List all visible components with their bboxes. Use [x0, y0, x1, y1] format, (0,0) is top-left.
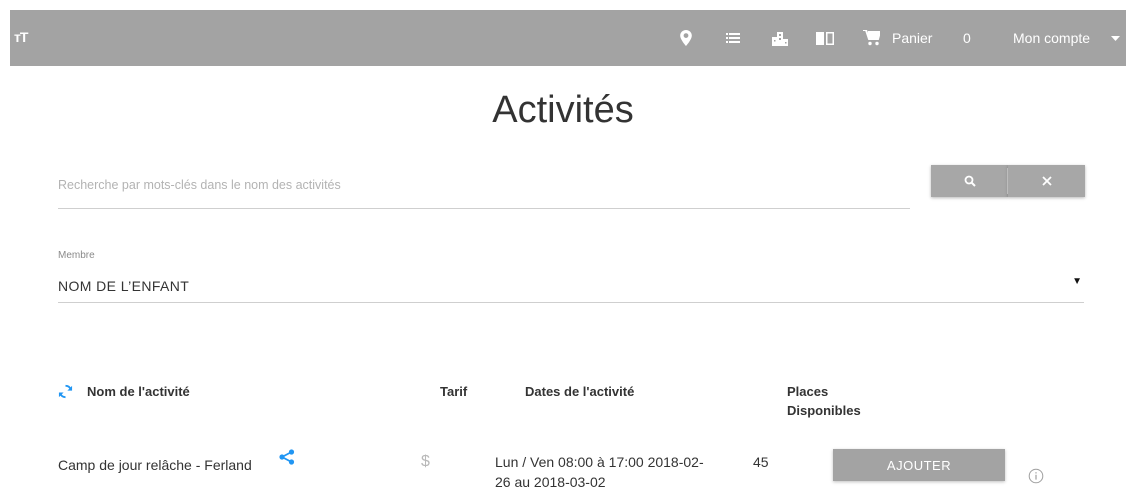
account-menu[interactable]: Mon compte — [1013, 10, 1090, 66]
list-icon[interactable] — [726, 10, 740, 66]
location-icon[interactable] — [679, 10, 693, 66]
header-activity-name[interactable]: Nom de l'activité — [87, 383, 190, 401]
building-icon[interactable] — [772, 10, 788, 66]
cart-count[interactable]: 0 — [963, 10, 971, 66]
header-places-line1: Places — [787, 384, 829, 399]
activity-dates-line2: 26 au 2018-03-02 — [495, 474, 606, 490]
add-button[interactable]: AJOUTER — [833, 449, 1005, 481]
close-icon — [1041, 176, 1052, 186]
tarif-symbol[interactable]: $ — [421, 452, 430, 472]
button-divider — [1007, 168, 1008, 194]
select-caret-icon: ▼ — [1072, 276, 1082, 287]
info-icon[interactable] — [1028, 468, 1044, 489]
share-icon[interactable] — [279, 449, 295, 470]
page-title: Activités — [492, 89, 634, 131]
search-input[interactable] — [58, 168, 910, 192]
dropdown-arrow-icon[interactable] — [1111, 10, 1120, 66]
activity-dates-line1: Lun / Ven 08:00 à 17:00 2018-02- — [495, 454, 704, 470]
member-selected-value: NOM DE L’ENFANT — [58, 278, 190, 294]
refresh-icon[interactable] — [58, 384, 73, 404]
cart-label[interactable]: Panier — [892, 10, 932, 66]
logo[interactable]: тT — [14, 29, 28, 45]
top-app-bar: тT Panier 0 Mon compte — [10, 10, 1126, 66]
header-dates: Dates de l'activité — [525, 384, 635, 399]
activity-name[interactable]: Camp de jour relâche - Ferland — [58, 455, 252, 475]
header-places-line2: Disponibles — [787, 403, 861, 418]
search-icon — [964, 175, 976, 187]
member-select[interactable]: NOM DE L’ENFANT ▼ — [58, 270, 1084, 303]
book-icon[interactable] — [816, 10, 834, 66]
header-tarif: Tarif — [440, 384, 468, 399]
clear-search-button[interactable] — [1008, 165, 1085, 197]
search-field[interactable] — [58, 168, 910, 209]
member-label: Membre — [58, 250, 95, 261]
places-available: 45 — [753, 454, 769, 470]
cart-icon[interactable] — [863, 10, 880, 66]
search-button[interactable] — [931, 165, 1008, 197]
